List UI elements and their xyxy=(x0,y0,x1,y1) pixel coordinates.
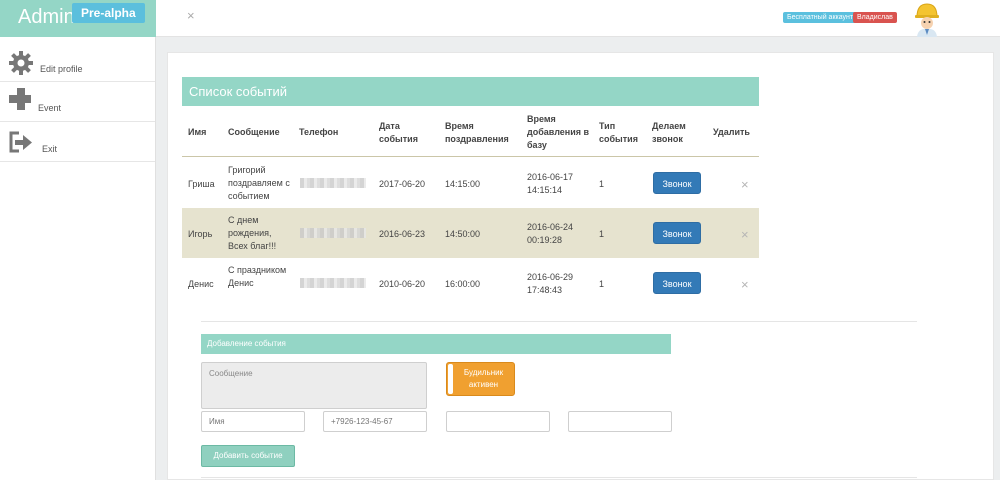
row-event-date: 2010-06-20 xyxy=(379,279,426,289)
col-name: Имя xyxy=(188,127,207,137)
row-name: Игорь xyxy=(188,229,213,239)
row-event-type: 1 xyxy=(599,229,605,239)
row-event-date: 2016-06-23 xyxy=(379,229,426,239)
account-type-badge: Бесплатный аккаунт xyxy=(783,12,858,23)
sidebar-item-event[interactable]: Event xyxy=(0,82,155,122)
row-event-type: 1 xyxy=(599,279,605,289)
col-message: Сообщение xyxy=(228,127,280,137)
col-call: Делаем звонок xyxy=(652,121,686,144)
user-name-badge[interactable]: Владислав xyxy=(853,12,897,23)
row-message: Григорий поздравляем с событием xyxy=(228,165,290,201)
col-delete: Удалить xyxy=(713,127,750,137)
sidebar-item-label: Event xyxy=(38,103,62,113)
gear-icon xyxy=(9,51,33,75)
row-message: С днем рождения, Всех благ!!! xyxy=(228,215,277,251)
row-event-type: 1 xyxy=(599,179,605,189)
section-divider xyxy=(201,477,917,478)
collapse-sidebar-icon[interactable]: × xyxy=(187,8,195,23)
table-header-divider xyxy=(182,156,759,157)
call-button[interactable]: Звонок xyxy=(653,272,701,294)
events-table-title: Список событий xyxy=(182,77,759,106)
col-event-type: Тип события xyxy=(599,121,638,144)
col-phone: Телефон xyxy=(299,127,339,137)
row-added-time: 2016-06-29 17:48:43 xyxy=(527,272,574,295)
main-panel: Список событий Имя Сообщение Телефон Дат… xyxy=(167,52,994,480)
col-added-time: Время добавления в базу xyxy=(527,114,590,150)
phone-blurred xyxy=(300,228,366,238)
col-greet-time: Время поздравления xyxy=(445,121,509,144)
sidebar: Edit profile Event Exit xyxy=(0,37,156,480)
col-event-date: Дата события xyxy=(379,121,418,144)
table-row: Денис С праздником Денис 2010-06-20 16:0… xyxy=(182,258,759,308)
pre-alpha-badge: Pre-alpha xyxy=(72,3,145,23)
alarm-toggle[interactable]: Будильник активен xyxy=(446,362,515,396)
add-event-button[interactable]: Добавить событие xyxy=(201,445,295,467)
row-added-time: 2016-06-24 00:19:28 xyxy=(527,222,574,245)
row-event-date: 2017-06-20 xyxy=(379,179,426,189)
sidebar-item-edit-profile[interactable]: Edit profile xyxy=(0,37,155,82)
brand-title: Admin xyxy=(18,6,75,28)
section-divider xyxy=(201,321,917,322)
delete-icon[interactable]: × xyxy=(741,277,749,292)
row-message: С праздником Денис xyxy=(228,265,287,288)
plus-icon xyxy=(9,88,31,110)
add-event-form-title: Добавление события xyxy=(201,334,671,354)
row-greet-time: 14:15:00 xyxy=(445,179,481,189)
sidebar-item-exit[interactable]: Exit xyxy=(0,122,155,162)
row-greet-time: 16:00:00 xyxy=(445,279,481,289)
alarm-toggle-label: Будильник активен xyxy=(463,368,504,389)
top-navbar: Admin Pre-alpha × Бесплатный аккаунт Вла… xyxy=(0,0,1000,37)
delete-icon[interactable]: × xyxy=(741,177,749,192)
delete-icon[interactable]: × xyxy=(741,227,749,242)
user-avatar[interactable] xyxy=(910,0,944,37)
event-time-input[interactable] xyxy=(568,411,672,432)
message-textarea[interactable]: Сообщение xyxy=(201,362,427,409)
row-greet-time: 14:50:00 xyxy=(445,229,481,239)
phone-blurred xyxy=(300,278,366,288)
call-button[interactable]: Звонок xyxy=(653,172,701,194)
event-date-input[interactable] xyxy=(446,411,550,432)
table-row: Игорь С днем рождения, Всех благ!!! 2016… xyxy=(182,208,759,258)
phone-input[interactable] xyxy=(323,411,427,432)
name-input[interactable] xyxy=(201,411,305,432)
sidebar-item-label: Edit profile xyxy=(40,64,83,74)
brand-block[interactable]: Admin Pre-alpha xyxy=(0,0,156,37)
table-row: Гриша Григорий поздравляем с событием 20… xyxy=(182,158,759,208)
sidebar-item-label: Exit xyxy=(42,144,58,154)
row-name: Гриша xyxy=(188,179,215,189)
row-added-time: 2016-06-17 14:15:14 xyxy=(527,172,574,195)
row-name: Денис xyxy=(188,279,214,289)
call-button[interactable]: Звонок xyxy=(653,222,701,244)
toggle-knob xyxy=(448,364,453,394)
exit-icon xyxy=(9,131,32,153)
phone-blurred xyxy=(300,178,366,188)
